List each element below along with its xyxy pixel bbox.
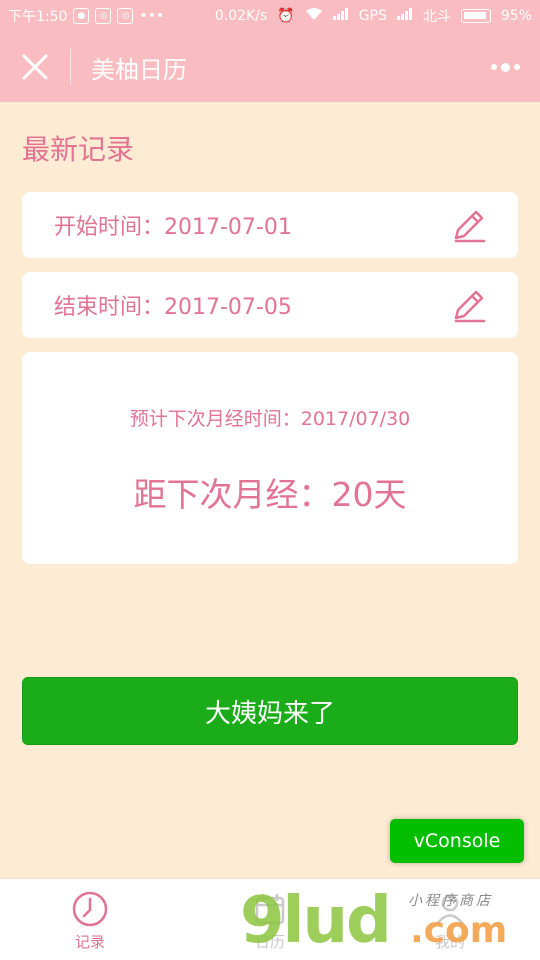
tab-calendar[interactable]: 日历 xyxy=(180,879,360,960)
tab-bar: 记录 日历 我的 xyxy=(0,878,540,960)
tab-record[interactable]: 记录 xyxy=(0,879,180,960)
signal-icon xyxy=(332,8,349,24)
close-icon xyxy=(22,54,48,80)
tab-mine[interactable]: 我的 xyxy=(360,879,540,960)
clock-icon xyxy=(72,891,108,927)
more-notifications: ••• xyxy=(139,8,165,24)
tab-record-label: 记录 xyxy=(74,933,105,951)
prediction-card: 预计下次月经时间：2017/07/30 距下次月经：20天 xyxy=(22,352,518,564)
alarm-icon: ⏰ xyxy=(277,8,295,24)
vconsole-button[interactable]: vConsole xyxy=(390,819,524,863)
tab-mine-label: 我的 xyxy=(434,933,465,951)
nav-divider xyxy=(70,49,71,85)
close-button[interactable] xyxy=(0,32,70,102)
nav-bar: 美柚日历 xyxy=(0,32,540,102)
days-countdown: 距下次月经：20天 xyxy=(133,475,407,514)
end-time-text: 结束时间：2017-07-05 xyxy=(54,295,292,320)
signal-icon-2 xyxy=(396,8,413,24)
edit-start-pencil-icon[interactable] xyxy=(450,206,488,244)
start-time-card: 开始时间：2017-07-01 xyxy=(22,192,518,258)
tab-calendar-label: 日历 xyxy=(254,933,285,951)
more-dot-icon xyxy=(490,64,497,70)
battery-percent: 95% xyxy=(500,8,532,24)
status-left: 下午1:50 ● ◎ ◎ ••• xyxy=(8,6,164,26)
section-title: 最新记录 xyxy=(22,133,135,166)
user-icon xyxy=(436,894,464,925)
battery-icon xyxy=(460,9,491,23)
more-menu-button[interactable] xyxy=(470,32,540,102)
network-speed: 0.02K/s xyxy=(214,8,268,24)
period-started-button[interactable]: 大姨妈来了 xyxy=(22,677,518,745)
edit-end-pencil-icon[interactable] xyxy=(450,286,488,324)
wifi-icon xyxy=(305,7,323,25)
status-time: 下午1:50 xyxy=(8,9,68,25)
status-bar: 下午1:50 ● ◎ ◎ ••• 0.02K/s ⏰ GPS 北斗 95% xyxy=(0,0,540,32)
wechat-notification-icon-2: ◎ xyxy=(117,8,134,24)
carrier-label: 北斗 xyxy=(422,9,451,25)
notification-app-icon: ● xyxy=(73,8,90,24)
more-dot-icon xyxy=(513,64,520,70)
end-time-card: 结束时间：2017-07-05 xyxy=(22,272,518,338)
next-period-date: 预计下次月经时间：2017/07/30 xyxy=(129,408,411,430)
status-right: 0.02K/s ⏰ GPS 北斗 95% xyxy=(215,6,532,26)
start-time-text: 开始时间：2017-07-01 xyxy=(54,215,292,240)
page-title: 美柚日历 xyxy=(91,55,187,84)
wechat-notification-icon: ◎ xyxy=(95,8,112,24)
calendar-icon xyxy=(255,894,285,925)
gps-label: GPS xyxy=(358,8,387,24)
more-dot-icon xyxy=(500,62,510,72)
